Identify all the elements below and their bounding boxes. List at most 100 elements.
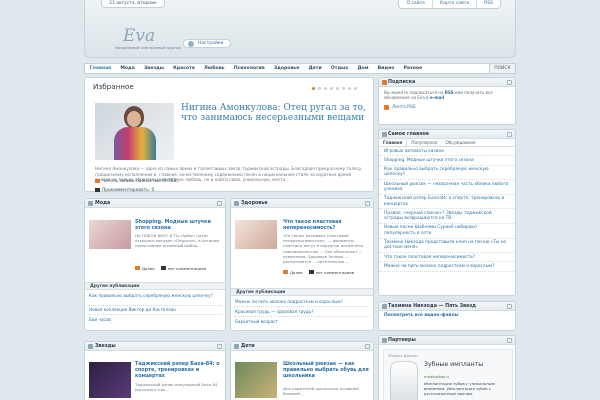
stars-article-title[interactable]: Таджикский рэпер Баха-84: о спорте, трен… bbox=[135, 361, 223, 379]
collapse-icon[interactable] bbox=[217, 201, 222, 206]
health-comments-link[interactable]: нет комментариев bbox=[308, 269, 355, 275]
list-item[interactable]: Можно ли пить молоко подросткам и взросл… bbox=[235, 299, 343, 304]
comment-link[interactable]: Прокомментировать: 0 bbox=[95, 187, 178, 193]
fashion-thumb[interactable] bbox=[89, 220, 131, 249]
list-item[interactable]: Новая коллекция Виктор де Кастеллан bbox=[89, 307, 176, 312]
list-item[interactable]: Что такое пластовая непереносимость? bbox=[379, 253, 515, 263]
comment-icon bbox=[95, 188, 100, 192]
fashion-article-title[interactable]: Shopping. Модные штучки этого сезона bbox=[135, 219, 223, 231]
nav-item-stars[interactable]: Звезды bbox=[139, 64, 168, 73]
nav-item-misc[interactable]: Разное bbox=[399, 64, 427, 73]
list-item[interactable]: Новые песни Шабнами Сураиё набирают попу… bbox=[379, 224, 515, 239]
collapse-icon[interactable] bbox=[217, 344, 222, 349]
comment-count: 0 bbox=[151, 187, 155, 193]
top-links: О сайте Карта сайта RSS bbox=[398, 0, 501, 9]
featured-photo[interactable] bbox=[95, 103, 174, 160]
settings-button[interactable]: Настройки bbox=[183, 39, 231, 48]
collapse-icon[interactable] bbox=[507, 80, 512, 85]
list-item[interactable]: Игровые автоматы казино bbox=[379, 147, 515, 157]
kids-article-title[interactable]: Школьный рюкзак — как правильно выбрать … bbox=[283, 361, 371, 379]
carousel-dot[interactable] bbox=[348, 87, 351, 90]
subscribe-rss-link[interactable]: RSS bbox=[445, 90, 454, 95]
nav-item-kids[interactable]: Дети bbox=[304, 64, 326, 73]
nav-item-home[interactable]: Главная bbox=[85, 64, 116, 73]
divider bbox=[234, 316, 370, 317]
list-item[interactable]: Тахмина Никзода представила клип на песн… bbox=[379, 239, 515, 254]
collapse-icon[interactable] bbox=[507, 304, 512, 309]
stars-box-title[interactable]: Звезды bbox=[95, 344, 116, 349]
ad-block[interactable]: Яндекс.Директ Зубные импланты medicalbox… bbox=[383, 349, 513, 400]
carousel-dot[interactable] bbox=[330, 87, 333, 90]
subscribe-text-pre: Вы можете подписаться на bbox=[384, 90, 444, 95]
rss-feed-link[interactable]: Лента RSS bbox=[379, 104, 515, 111]
tab-main[interactable]: Главное bbox=[379, 139, 408, 146]
nav-item-leisure[interactable]: Отдых bbox=[326, 64, 353, 73]
nav-item-beauty[interactable]: Красота bbox=[168, 64, 199, 73]
list-item[interactable]: Как правильно выбрать серебряную женскую… bbox=[379, 166, 515, 181]
nav-item-home-decor[interactable]: Дом bbox=[353, 64, 373, 73]
about-link[interactable]: О сайте bbox=[399, 0, 432, 8]
tooth-image[interactable] bbox=[390, 361, 418, 400]
list-item[interactable]: Бархатный возраст bbox=[235, 319, 278, 324]
carousel-dot[interactable] bbox=[342, 87, 345, 90]
carousel-dot[interactable] bbox=[324, 87, 327, 90]
carousel-dot[interactable] bbox=[336, 87, 339, 90]
arrow-icon bbox=[135, 266, 140, 270]
nav-item-video[interactable]: Видео bbox=[373, 64, 399, 73]
site-logo[interactable]: Eva bbox=[123, 26, 155, 46]
video-title[interactable]: Тахмина Никзода — Пять Звезд bbox=[388, 304, 476, 309]
stars-thumb[interactable] bbox=[89, 362, 131, 398]
kids-thumb[interactable] bbox=[235, 362, 277, 398]
carousel-dot[interactable] bbox=[318, 87, 321, 90]
carousel-dots[interactable] bbox=[312, 87, 357, 90]
collapse-icon[interactable] bbox=[365, 344, 370, 349]
nav-item-fashion[interactable]: Мода bbox=[116, 64, 140, 73]
collapse-icon[interactable] bbox=[507, 338, 512, 343]
rss-icon bbox=[382, 80, 387, 85]
comment-icon bbox=[308, 270, 314, 274]
list-item[interactable]: Можно ли пить молоко подросткам и взросл… bbox=[379, 262, 515, 272]
collapse-icon[interactable] bbox=[507, 132, 512, 137]
search-button[interactable]: ПОИСК bbox=[489, 64, 515, 73]
list-item[interactable]: Таджикский рэпер Баха-84: о спорте, трен… bbox=[379, 195, 515, 210]
popular-box: Самое главное Главное Популярное Обсужда… bbox=[378, 129, 516, 296]
list-item[interactable]: Школьный рюкзак — невзрачная часть облик… bbox=[379, 180, 515, 195]
nav-item-love[interactable]: Любовь bbox=[199, 64, 229, 73]
list-item[interactable]: Провал, «черный список»? Звезды таджикск… bbox=[379, 209, 515, 224]
tab-popular[interactable]: Популярное bbox=[407, 139, 441, 146]
subscribe-title: Подписка bbox=[388, 80, 416, 85]
read-full-link[interactable]: Читать запись полностью (9 703) bbox=[95, 178, 178, 184]
nav-item-psychology[interactable]: Психология bbox=[229, 64, 269, 73]
stars-article-text: Таджикский рэпер популярный Баха-84 расс… bbox=[135, 382, 218, 393]
nav-item-health[interactable]: Здоровье bbox=[269, 64, 304, 73]
rss-feed-label: Лента RSS bbox=[392, 104, 416, 110]
subscribe-email-link[interactable]: e-mail bbox=[430, 95, 444, 100]
all-videos-link[interactable]: Посмотреть все видео-файлы bbox=[379, 311, 515, 319]
list-item[interactable]: Shopping. Модные штучки этого сезона bbox=[379, 156, 515, 166]
comment-label: Прокомментировать bbox=[102, 187, 149, 193]
carousel-dot[interactable] bbox=[354, 87, 357, 90]
tab-discussed[interactable]: Обсуждаемое bbox=[441, 139, 479, 146]
fashion-more-link[interactable]: Далее bbox=[135, 265, 155, 271]
popular-tabs: Главное Популярное Обсуждаемое bbox=[379, 139, 515, 147]
list-item[interactable]: Красивая грудь — здоровая грудь? bbox=[235, 309, 313, 314]
health-more-link[interactable]: Далее bbox=[283, 269, 303, 275]
rss-top-link[interactable]: RSS bbox=[476, 0, 500, 8]
fashion-comments-link[interactable]: нет комментариев bbox=[160, 265, 206, 271]
carousel-dot[interactable] bbox=[312, 87, 315, 90]
health-box-title[interactable]: Здоровье bbox=[241, 201, 268, 206]
featured-headline[interactable]: Нигина Амонкулова: Отец ругал за то, что… bbox=[181, 103, 371, 123]
ad-network-label[interactable]: Яндекс.Директ bbox=[388, 353, 418, 358]
health-article-title[interactable]: Что такое пластовая непереносимость? bbox=[283, 219, 371, 231]
sitemap-link[interactable]: Карта сайта bbox=[432, 0, 476, 8]
kids-article-text: Для родителей школьника основной болевой… bbox=[283, 386, 359, 397]
kids-box-title[interactable]: Дети bbox=[241, 344, 255, 349]
ad-title[interactable]: Зубные импланты bbox=[424, 361, 483, 368]
subscribe-header: Подписка bbox=[379, 78, 515, 87]
fashion-box-title[interactable]: Мода bbox=[95, 201, 110, 206]
collapse-icon[interactable] bbox=[365, 201, 370, 206]
list-item[interactable]: Бой часов bbox=[89, 317, 111, 322]
no-comments-label: нет комментариев bbox=[315, 269, 355, 275]
ad-url[interactable]: medicalbox.tj bbox=[424, 375, 449, 379]
list-item[interactable]: Как правильно выбрать серебряную женскую… bbox=[89, 293, 219, 298]
